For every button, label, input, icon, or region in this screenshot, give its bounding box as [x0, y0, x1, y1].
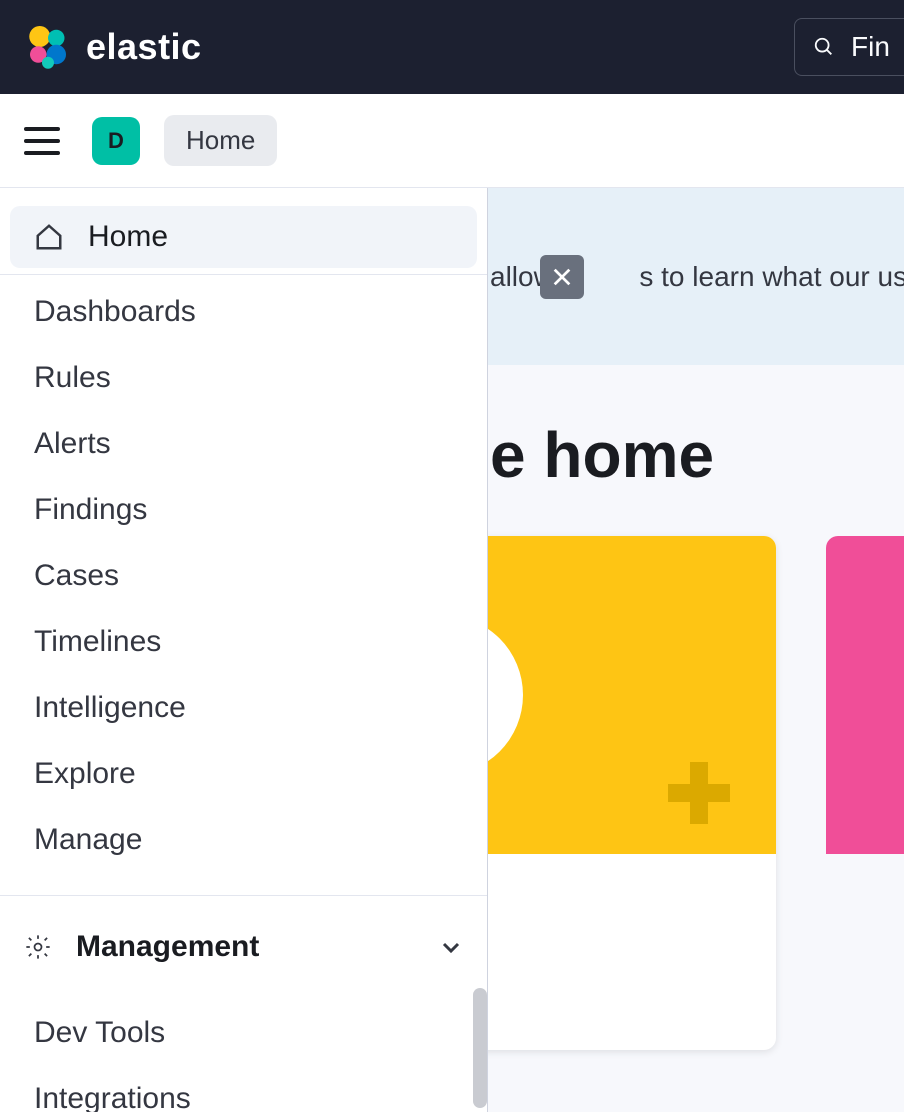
- nav-item-home[interactable]: Home: [10, 206, 477, 268]
- page-title: e home: [490, 418, 714, 492]
- nav-item-findings[interactable]: Findings: [10, 479, 477, 541]
- nav-item-cases[interactable]: Cases: [10, 545, 477, 607]
- global-header: elastic Fin: [0, 0, 904, 94]
- search-placeholder: Fin: [851, 31, 890, 63]
- breadcrumb-bar: D Home: [0, 94, 904, 188]
- banner-close-button[interactable]: [540, 255, 584, 299]
- solution-card-next[interactable]: . av: [826, 536, 904, 1050]
- nav-item-alerts[interactable]: Alerts: [10, 413, 477, 475]
- elastic-logo-icon: [24, 23, 72, 71]
- home-icon: [34, 222, 64, 252]
- search-icon: [813, 36, 835, 58]
- breadcrumb-home[interactable]: Home: [164, 115, 277, 166]
- nav-item-manage[interactable]: Manage: [10, 809, 477, 871]
- nav-section-management[interactable]: Management: [0, 920, 487, 974]
- nav-item-integrations[interactable]: Integrations: [10, 1068, 477, 1112]
- nav-item-dashboards[interactable]: Dashboards: [10, 281, 477, 343]
- chevron-down-icon: [439, 935, 463, 959]
- side-nav-drawer: Home Dashboards Rules Alerts Findings Ca…: [0, 188, 488, 1112]
- close-icon: [551, 266, 573, 288]
- space-initial: D: [108, 128, 124, 154]
- nav-item-intelligence[interactable]: Intelligence: [10, 677, 477, 739]
- nav-item-explore[interactable]: Explore: [10, 743, 477, 805]
- nav-toggle-button[interactable]: [24, 127, 60, 155]
- nav-label-home: Home: [88, 220, 168, 254]
- nav-item-dev-tools[interactable]: Dev Tools: [10, 1002, 477, 1064]
- scrollbar-thumb[interactable]: [473, 988, 487, 1108]
- card-illustration-2: [826, 536, 904, 854]
- space-selector[interactable]: D: [92, 117, 140, 165]
- banner-text-right: s to learn what our users: [639, 261, 904, 292]
- plus-icon: [668, 762, 728, 822]
- gear-icon: [24, 933, 52, 961]
- elastic-logo[interactable]: elastic: [24, 23, 202, 71]
- nav-item-rules[interactable]: Rules: [10, 347, 477, 409]
- brand-text: elastic: [86, 26, 202, 68]
- management-label: Management: [76, 930, 259, 964]
- nav-item-timelines[interactable]: Timelines: [10, 611, 477, 673]
- global-search[interactable]: Fin: [794, 18, 904, 76]
